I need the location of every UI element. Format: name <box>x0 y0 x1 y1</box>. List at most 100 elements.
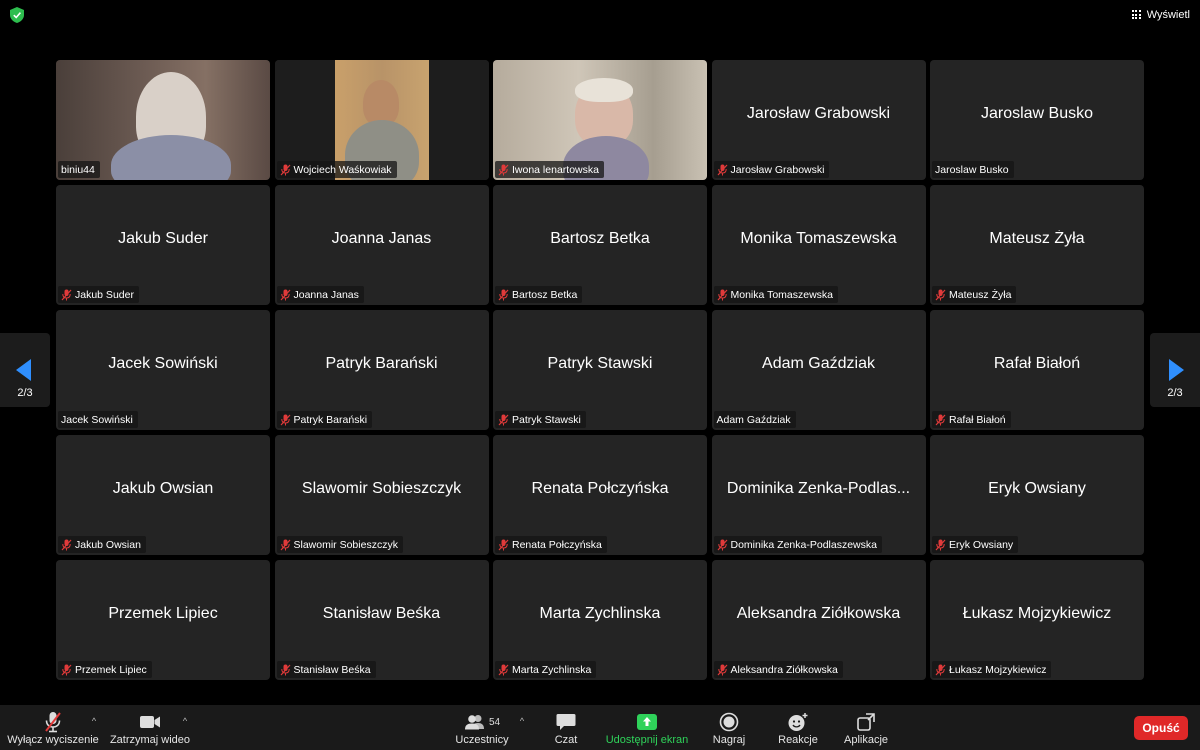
participant-name-text: Jacek Sowiński <box>61 413 133 426</box>
participant-display-name: Dominika Zenka-Podlas... <box>726 480 911 497</box>
participant-name-label: Marta Zychlinska <box>495 661 597 678</box>
apps-icon <box>857 713 875 731</box>
participant-display-name: Marta Zychlinska <box>539 605 661 622</box>
leave-meeting-button[interactable]: Opuść <box>1134 716 1188 740</box>
page-indicator-right: 2/3 <box>1167 387 1183 399</box>
participant-name-label: Przemek Lipiec <box>58 661 152 678</box>
participant-display-name: Adam Gaździak <box>762 355 875 372</box>
participant-name-text: Przemek Lipiec <box>75 663 147 676</box>
participant-name-label: Patryk Stawski <box>495 411 586 428</box>
participant-tile[interactable]: Joanna Janas Joanna Janas <box>274 185 489 305</box>
participant-tile[interactable]: Wojciech Waśkowiak <box>274 60 489 180</box>
participant-tile[interactable]: Jaroslaw Busko Jaroslaw Busko <box>930 60 1144 180</box>
participant-display-name: Renata Połczyńska <box>531 480 669 497</box>
participant-tile[interactable]: Eryk Owsiany Eryk Owsiany <box>930 435 1144 555</box>
participant-tile[interactable]: Dominika Zenka-Podlas... Dominika Zenka-P… <box>711 435 926 555</box>
previous-page-button[interactable]: 2/3 <box>0 333 50 407</box>
participant-tile[interactable]: Mateusz Żyła Mateusz Żyła <box>930 185 1144 305</box>
participant-display-name: Slawomir Sobieszczyk <box>301 480 462 497</box>
microphone-muted-icon <box>61 539 72 550</box>
participant-tile[interactable]: biniu44 <box>56 60 270 180</box>
participant-tile[interactable]: Aleksandra Ziółkowska Aleksandra Ziółkows… <box>711 560 926 680</box>
participant-name-text: Marta Zychlinska <box>512 663 592 676</box>
microphone-muted-icon <box>935 664 946 675</box>
participant-name-text: Jaroslaw Busko <box>935 163 1009 176</box>
participant-name-label: Adam Gaździak <box>713 411 796 428</box>
participant-name-label: Monika Tomaszewska <box>713 286 839 303</box>
microphone-muted-icon <box>280 289 290 300</box>
participant-tile[interactable]: Monika Tomaszewska Monika Tomaszewska <box>711 185 926 305</box>
next-page-button[interactable]: 2/3 <box>1150 333 1200 407</box>
participant-display-name: Aleksandra Ziółkowska <box>736 605 901 622</box>
microphone-muted-icon <box>61 664 72 675</box>
view-button[interactable]: Wyświetl <box>1131 6 1190 24</box>
participants-button[interactable]: 54 Uczestnicy <box>450 705 514 750</box>
participant-tile[interactable]: Jakub Owsian Jakub Owsian <box>56 435 270 555</box>
participants-options-caret[interactable]: ^ <box>516 716 528 726</box>
participant-tile[interactable]: Bartosz Betka Bartosz Betka <box>493 185 707 305</box>
view-label: Wyświetl <box>1146 9 1190 21</box>
microphone-muted-icon <box>45 712 61 733</box>
participant-name-label: Wojciech Waśkowiak <box>276 161 397 178</box>
participant-tile[interactable]: Patryk Barański Patryk Barański <box>274 310 489 430</box>
participant-name-label: Jacek Sowiński <box>58 411 138 428</box>
participant-name-text: Slawomir Sobieszczyk <box>293 538 398 551</box>
participant-name-text: Adam Gaździak <box>716 413 791 426</box>
microphone-muted-icon <box>935 414 946 425</box>
page-indicator-left: 2/3 <box>17 387 33 399</box>
participant-tile[interactable]: Łukasz Mojzykiewicz Łukasz Mojzykiewicz <box>930 560 1144 680</box>
record-button[interactable]: Nagraj <box>708 705 750 750</box>
participant-name-label: Stanisław Beśka <box>276 661 376 678</box>
participant-tile[interactable]: Iwona lenartowska <box>493 60 707 180</box>
chat-button[interactable]: Czat <box>546 705 586 750</box>
microphone-muted-icon <box>498 414 509 425</box>
participant-name-text: Wojciech Waśkowiak <box>293 163 392 176</box>
participant-tile[interactable]: Adam Gaździak Adam Gaździak <box>711 310 926 430</box>
participant-tile[interactable]: Jakub Suder Jakub Suder <box>56 185 270 305</box>
participant-tile[interactable]: Rafał Białoń Rafał Białoń <box>930 310 1144 430</box>
reactions-button[interactable]: Reakcje <box>774 705 822 750</box>
participant-tile[interactable]: Jacek Sowiński Jacek Sowiński <box>56 310 270 430</box>
reaction-smiley-icon <box>788 713 808 731</box>
participant-name-text: Monika Tomaszewska <box>730 288 834 301</box>
participant-name-label: Jakub Owsian <box>58 536 146 553</box>
participant-tile[interactable]: Patryk Stawski Patryk Stawski <box>493 310 707 430</box>
participant-name-label: Renata Połczyńska <box>495 536 607 553</box>
participant-display-name: Joanna Janas <box>331 230 432 247</box>
participant-display-name: Stanisław Beśka <box>322 605 441 622</box>
participant-name-label: Joanna Janas <box>276 286 364 303</box>
share-screen-button[interactable]: Udostępnij ekran <box>602 705 692 750</box>
participant-name-text: Jakub Suder <box>75 288 134 301</box>
share-screen-label: Udostępnij ekran <box>605 734 689 746</box>
participant-display-name: Jakub Suder <box>118 230 208 247</box>
unmute-button[interactable]: Wyłącz wyciszenie <box>7 705 99 750</box>
participant-display-name: Mateusz Żyła <box>989 230 1085 247</box>
participant-grid: biniu44 Wojciech Waśkowiak Iwona lenartows… <box>56 60 1144 680</box>
participant-display-name: Patryk Barański <box>325 355 438 372</box>
participant-name-text: Patryk Stawski <box>512 413 581 426</box>
stop-video-button[interactable]: Zatrzymaj wideo <box>108 705 192 750</box>
shield-check-icon[interactable] <box>10 7 24 23</box>
participant-display-name: Monika Tomaszewska <box>740 230 897 247</box>
video-options-caret[interactable]: ^ <box>179 716 191 726</box>
participant-tile[interactable]: Renata Połczyńska Renata Połczyńska <box>493 435 707 555</box>
participant-name-text: Bartosz Betka <box>512 288 578 301</box>
microphone-muted-icon <box>935 289 946 300</box>
participant-name-label: Mateusz Żyła <box>932 286 1017 303</box>
participant-tile[interactable]: Przemek Lipiec Przemek Lipiec <box>56 560 270 680</box>
participant-tile[interactable]: Marta Zychlinska Marta Zychlinska <box>493 560 707 680</box>
microphone-muted-icon <box>717 289 727 300</box>
participant-tile[interactable]: Jarosław Grabowski Jarosław Grabowski <box>711 60 926 180</box>
participant-tile[interactable]: Stanisław Beśka Stanisław Beśka <box>274 560 489 680</box>
apps-button[interactable]: Aplikacje <box>838 705 894 750</box>
audio-options-caret[interactable]: ^ <box>88 716 100 726</box>
participant-display-name: Jacek Sowiński <box>108 355 218 372</box>
microphone-muted-icon <box>498 164 509 175</box>
microphone-muted-icon <box>935 539 946 550</box>
participant-tile[interactable]: Slawomir Sobieszczyk Slawomir Sobieszczyk <box>274 435 489 555</box>
participant-name-label: Bartosz Betka <box>495 286 583 303</box>
participant-display-name: Patryk Stawski <box>547 355 653 372</box>
participant-name-text: Patryk Barański <box>293 413 368 426</box>
microphone-muted-icon <box>280 414 290 425</box>
participant-name-text: Jarosław Grabowski <box>730 163 825 176</box>
